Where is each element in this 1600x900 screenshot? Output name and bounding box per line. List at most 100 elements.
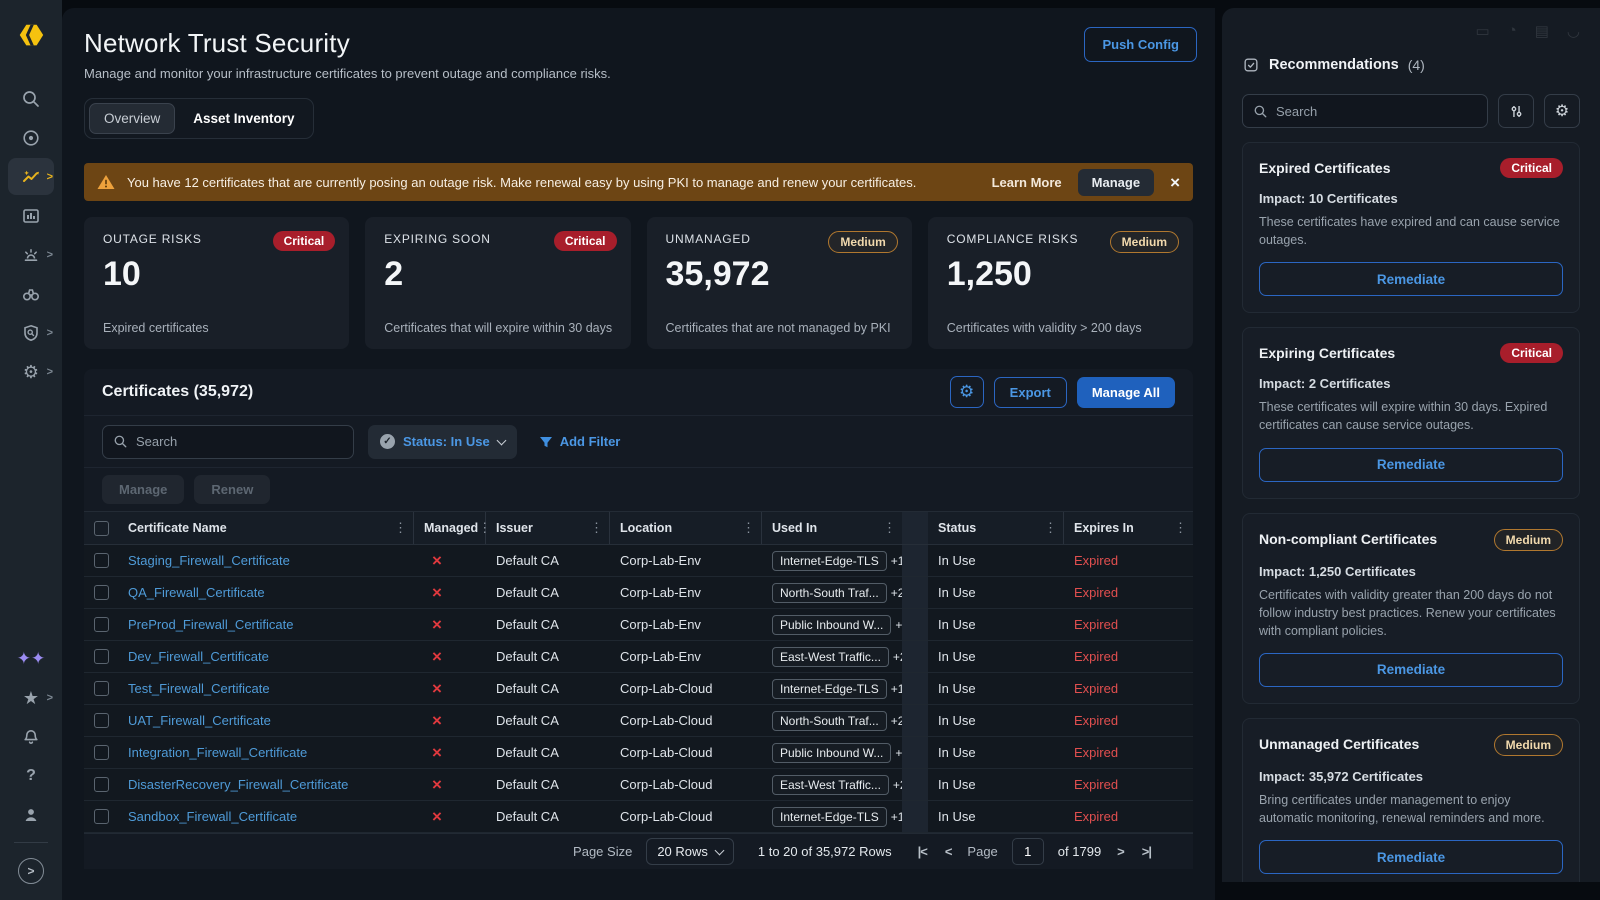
policy-shield-icon[interactable]: > <box>8 314 54 351</box>
column-header-location[interactable]: Location⋮ <box>610 512 762 544</box>
location-cell: Corp-Lab-Env <box>610 545 762 576</box>
table-scrollbar[interactable] <box>902 641 928 672</box>
status-filter-chip[interactable]: ✓ Status: In Use <box>368 425 517 459</box>
search-icon[interactable] <box>8 80 54 117</box>
certificate-name-link[interactable]: Dev_Firewall_Certificate <box>128 649 269 664</box>
manage-all-button[interactable]: Manage All <box>1077 377 1175 408</box>
table-scrollbar[interactable] <box>902 705 928 736</box>
certificate-name-link[interactable]: UAT_Firewall_Certificate <box>128 713 271 728</box>
table-row[interactable]: Sandbox_Firewall_Certificate × Default C… <box>84 801 1193 833</box>
status-cell: In Use <box>928 801 1064 832</box>
table-row[interactable]: Dev_Firewall_Certificate × Default CA Co… <box>84 641 1193 673</box>
table-scrollbar[interactable] <box>902 512 928 544</box>
row-checkbox[interactable] <box>94 553 109 568</box>
last-page-icon[interactable]: >| <box>1140 844 1153 859</box>
column-menu-icon[interactable]: ⋮ <box>394 520 407 536</box>
first-page-icon[interactable]: |< <box>916 844 929 859</box>
certificate-name-link[interactable]: DisasterRecovery_Firewall_Certificate <box>128 777 348 792</box>
certificate-name-link[interactable]: Test_Firewall_Certificate <box>128 681 270 696</box>
issuer-cell: Default CA <box>486 545 610 576</box>
table-scrollbar[interactable] <box>902 673 928 704</box>
column-menu-icon[interactable]: ⋮ <box>590 520 603 536</box>
table-row[interactable]: PreProd_Firewall_Certificate × Default C… <box>84 609 1193 641</box>
select-all-checkbox[interactable] <box>94 521 109 536</box>
table-scrollbar[interactable] <box>902 545 928 576</box>
recommendations-search-input[interactable] <box>1242 94 1488 128</box>
column-menu-icon[interactable]: ⋮ <box>1174 520 1187 536</box>
brand-logo[interactable] <box>16 20 46 55</box>
row-checkbox[interactable] <box>94 713 109 728</box>
export-button[interactable]: Export <box>994 377 1067 408</box>
row-checkbox[interactable] <box>94 617 109 632</box>
push-config-button[interactable]: Push Config <box>1084 27 1197 62</box>
certificate-name-link[interactable]: QA_Firewall_Certificate <box>128 585 265 600</box>
table-scrollbar[interactable] <box>902 737 928 768</box>
sidebar-item-network-security[interactable]: > <box>8 158 54 195</box>
column-header-status[interactable]: Status⋮ <box>928 512 1064 544</box>
table-row[interactable]: QA_Firewall_Certificate × Default CA Cor… <box>84 577 1193 609</box>
column-header-managed[interactable]: Managed⋮ <box>414 512 486 544</box>
certificate-name-link[interactable]: Sandbox_Firewall_Certificate <box>128 809 297 824</box>
page-size-dropdown[interactable]: 20 Rows <box>646 838 734 865</box>
row-checkbox[interactable] <box>94 809 109 824</box>
column-header-expires-in[interactable]: Expires In⋮ <box>1064 512 1193 544</box>
remediate-button[interactable]: Remediate <box>1259 262 1563 296</box>
renew-button[interactable]: Renew <box>194 475 270 504</box>
search-input[interactable] <box>1276 104 1477 119</box>
alerts-siren-icon[interactable]: > <box>8 236 54 273</box>
add-filter-button[interactable]: Add Filter <box>539 434 621 449</box>
table-row[interactable]: Integration_Firewall_Certificate × Defau… <box>84 737 1193 769</box>
table-scrollbar[interactable] <box>902 609 928 640</box>
table-scrollbar[interactable] <box>902 769 928 800</box>
next-page-icon[interactable]: > <box>1115 844 1126 859</box>
row-checkbox[interactable] <box>94 745 109 760</box>
certificate-name-link[interactable]: Staging_Firewall_Certificate <box>128 553 290 568</box>
remediate-button[interactable]: Remediate <box>1259 653 1563 687</box>
table-scrollbar[interactable] <box>902 577 928 608</box>
favorites-star-icon[interactable]: ★ > <box>8 679 54 716</box>
remediate-button[interactable]: Remediate <box>1259 448 1563 482</box>
certificates-search-input[interactable] <box>102 425 354 459</box>
expires-cell: Expired <box>1064 609 1193 640</box>
banner-manage-button[interactable]: Manage <box>1078 169 1154 196</box>
table-row[interactable]: Staging_Firewall_Certificate × Default C… <box>84 545 1193 577</box>
prev-page-icon[interactable]: < <box>943 844 954 859</box>
ai-copilot-icon[interactable]: ✦✦ <box>8 640 54 677</box>
target-icon[interactable] <box>8 119 54 156</box>
discover-binoculars-icon[interactable] <box>8 275 54 312</box>
dashboard-icon[interactable] <box>8 197 54 234</box>
table-row[interactable]: UAT_Firewall_Certificate × Default CA Co… <box>84 705 1193 737</box>
table-row[interactable]: Test_Firewall_Certificate × Default CA C… <box>84 673 1193 705</box>
expand-rail-icon[interactable]: > <box>8 852 54 889</box>
column-menu-icon[interactable]: ⋮ <box>742 520 755 536</box>
remediate-button[interactable]: Remediate <box>1259 840 1563 874</box>
table-settings-gear-button[interactable]: ⚙ <box>950 376 984 408</box>
column-header-issuer[interactable]: Issuer⋮ <box>486 512 610 544</box>
filter-sliders-icon[interactable] <box>1498 94 1534 128</box>
notifications-bell-icon[interactable] <box>8 718 54 755</box>
row-checkbox[interactable] <box>94 777 109 792</box>
help-icon[interactable]: ? <box>8 757 54 794</box>
tab-overview[interactable]: Overview <box>89 103 175 134</box>
settings-gear-icon[interactable]: ⚙ <box>1544 94 1580 128</box>
row-checkbox[interactable] <box>94 585 109 600</box>
search-input[interactable] <box>136 434 343 449</box>
manage-button[interactable]: Manage <box>102 475 184 504</box>
settings-gear-icon[interactable]: ⚙ > <box>8 353 54 390</box>
column-menu-icon[interactable]: ⋮ <box>1044 520 1057 536</box>
table-scrollbar[interactable] <box>902 801 928 832</box>
row-checkbox[interactable] <box>94 681 109 696</box>
profile-icon[interactable] <box>8 796 54 833</box>
row-checkbox[interactable] <box>94 649 109 664</box>
page-number-input[interactable] <box>1012 838 1044 865</box>
certificate-name-link[interactable]: Integration_Firewall_Certificate <box>128 745 307 760</box>
column-menu-icon[interactable]: ⋮ <box>883 520 896 536</box>
tab-asset-inventory[interactable]: Asset Inventory <box>179 104 308 133</box>
column-header-certificate-name[interactable]: Certificate Name⋮ <box>118 512 414 544</box>
table-row[interactable]: DisasterRecovery_Firewall_Certificate × … <box>84 769 1193 801</box>
column-header-used-in[interactable]: Used In⋮ <box>762 512 902 544</box>
learn-more-link[interactable]: Learn More <box>992 175 1062 190</box>
close-icon[interactable]: × <box>1170 174 1180 191</box>
certificate-name-link[interactable]: PreProd_Firewall_Certificate <box>128 617 293 632</box>
recommendations-title: Recommendations <box>1269 57 1399 73</box>
